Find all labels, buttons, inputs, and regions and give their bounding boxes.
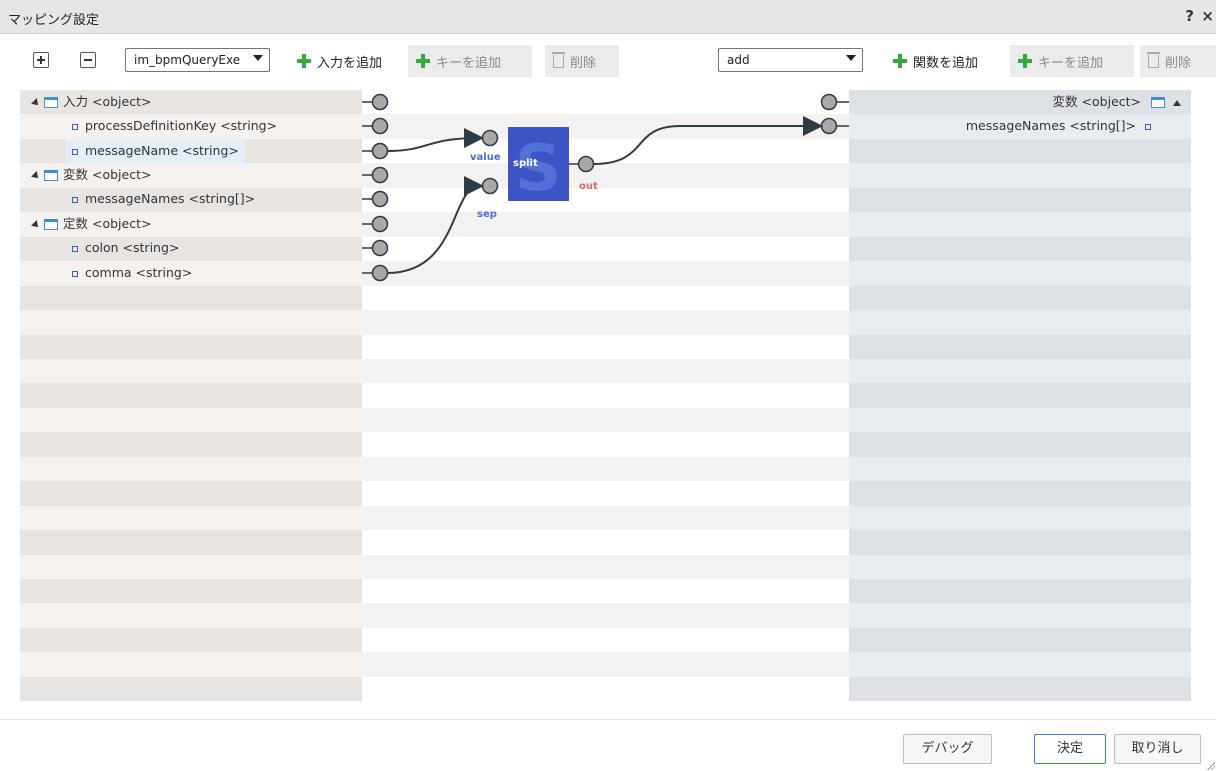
ok-button[interactable]: 決定 bbox=[1034, 734, 1106, 764]
delete-right-button[interactable]: 削除 bbox=[1140, 45, 1216, 77]
mapping-canvas: S split value sep out 入力 <object> proces… bbox=[20, 90, 1191, 701]
cancel-button[interactable]: 取り消し bbox=[1114, 734, 1201, 764]
collapse-triangle-icon[interactable] bbox=[31, 97, 41, 108]
delete-right-label: 削除 bbox=[1165, 55, 1192, 71]
target-item-variables-object[interactable]: 変数 <object> bbox=[1053, 90, 1181, 114]
add-input-button[interactable]: 入力を追加 bbox=[289, 45, 390, 77]
plus-icon bbox=[297, 54, 311, 68]
add-key-left-button[interactable]: キーを追加 bbox=[408, 45, 532, 77]
source-port[interactable] bbox=[371, 166, 389, 184]
source-item-processDefinitionKey[interactable]: processDefinitionKey <string> bbox=[72, 114, 277, 138]
function-select-value: add bbox=[727, 53, 750, 67]
source-item-input-object[interactable]: 入力 <object> bbox=[31, 90, 151, 114]
source-item-comma[interactable]: comma <string> bbox=[72, 261, 192, 285]
field-icon bbox=[72, 148, 78, 155]
add-function-button[interactable]: 関数を追加 bbox=[885, 45, 986, 77]
close-icon[interactable]: × bbox=[1201, 7, 1214, 25]
source-port[interactable] bbox=[371, 190, 389, 208]
field-icon bbox=[1145, 123, 1151, 130]
toolbar: im_bpmQueryExe 入力を追加 キーを追加 削除 add 関数を追加 … bbox=[0, 45, 1216, 77]
source-port[interactable] bbox=[371, 142, 389, 160]
field-icon bbox=[72, 196, 78, 203]
wire-comma-to-sep bbox=[386, 176, 484, 274]
source-select-value: im_bpmQueryExe bbox=[134, 53, 241, 67]
dialog-titlebar: マッピング設定 ? × bbox=[0, 0, 1216, 34]
function-input-port-sep[interactable] bbox=[481, 177, 499, 195]
debug-button[interactable]: デバッグ bbox=[903, 734, 992, 764]
chevron-down-icon bbox=[846, 55, 856, 61]
source-port[interactable] bbox=[371, 117, 389, 135]
field-icon bbox=[72, 245, 78, 252]
function-name: split bbox=[513, 158, 538, 169]
add-key-right-label: キーを追加 bbox=[1038, 55, 1104, 71]
wire-out-to-messageNames bbox=[592, 116, 823, 165]
mapping-wires bbox=[362, 93, 849, 282]
function-output-port[interactable] bbox=[577, 155, 595, 173]
target-port[interactable] bbox=[820, 93, 838, 111]
collapse-triangle-icon[interactable] bbox=[1173, 99, 1181, 106]
function-input-port-value[interactable] bbox=[481, 129, 499, 147]
object-icon bbox=[1151, 97, 1165, 108]
source-port[interactable] bbox=[371, 93, 389, 111]
object-icon bbox=[44, 170, 58, 181]
target-port[interactable] bbox=[820, 117, 838, 135]
add-key-right-button[interactable]: キーを追加 bbox=[1010, 45, 1134, 77]
source-item-constants-object[interactable]: 定数 <object> bbox=[31, 212, 151, 236]
port-label-out: out bbox=[579, 181, 598, 192]
collapse-triangle-icon[interactable] bbox=[31, 170, 41, 181]
source-port[interactable] bbox=[371, 264, 389, 282]
collapse-triangle-icon[interactable] bbox=[31, 219, 41, 230]
port-label-sep: sep bbox=[477, 209, 497, 220]
delete-left-button[interactable]: 削除 bbox=[545, 45, 619, 77]
source-item-variables-object[interactable]: 変数 <object> bbox=[31, 163, 151, 187]
delete-left-label: 削除 bbox=[570, 55, 597, 71]
object-icon bbox=[44, 219, 58, 230]
dialog-title: マッピング設定 bbox=[8, 13, 100, 28]
source-item-messageName[interactable]: messageName <string> bbox=[66, 139, 245, 163]
trash-icon bbox=[1147, 51, 1160, 68]
source-item-colon[interactable]: colon <string> bbox=[72, 236, 179, 260]
target-item-messageNames[interactable]: messageNames <string[]> bbox=[966, 114, 1151, 138]
chevron-down-icon bbox=[253, 55, 263, 61]
object-icon bbox=[44, 97, 58, 108]
help-icon[interactable]: ? bbox=[1185, 7, 1194, 25]
expand-all-button[interactable] bbox=[33, 52, 49, 68]
add-function-label: 関数を追加 bbox=[913, 55, 979, 71]
footer-divider bbox=[0, 719, 1216, 720]
plus-icon bbox=[893, 54, 907, 68]
source-item-messageNames[interactable]: messageNames <string[]> bbox=[72, 187, 255, 211]
source-port[interactable] bbox=[371, 215, 389, 233]
field-icon bbox=[72, 270, 78, 277]
collapse-all-button[interactable] bbox=[80, 52, 96, 68]
wire-messageName-to-value bbox=[386, 128, 484, 152]
resize-grip-icon[interactable] bbox=[1206, 761, 1215, 770]
plus-icon bbox=[416, 54, 430, 68]
plus-icon bbox=[1018, 54, 1032, 68]
source-port[interactable] bbox=[371, 239, 389, 257]
field-icon bbox=[72, 123, 78, 130]
add-input-label: 入力を追加 bbox=[317, 55, 383, 71]
add-key-left-label: キーを追加 bbox=[436, 55, 502, 71]
port-label-value: value bbox=[470, 152, 501, 163]
trash-icon bbox=[552, 51, 565, 68]
source-select[interactable]: im_bpmQueryExe bbox=[125, 48, 270, 72]
function-select[interactable]: add bbox=[718, 48, 863, 72]
split-function-node[interactable]: S split bbox=[508, 127, 569, 201]
